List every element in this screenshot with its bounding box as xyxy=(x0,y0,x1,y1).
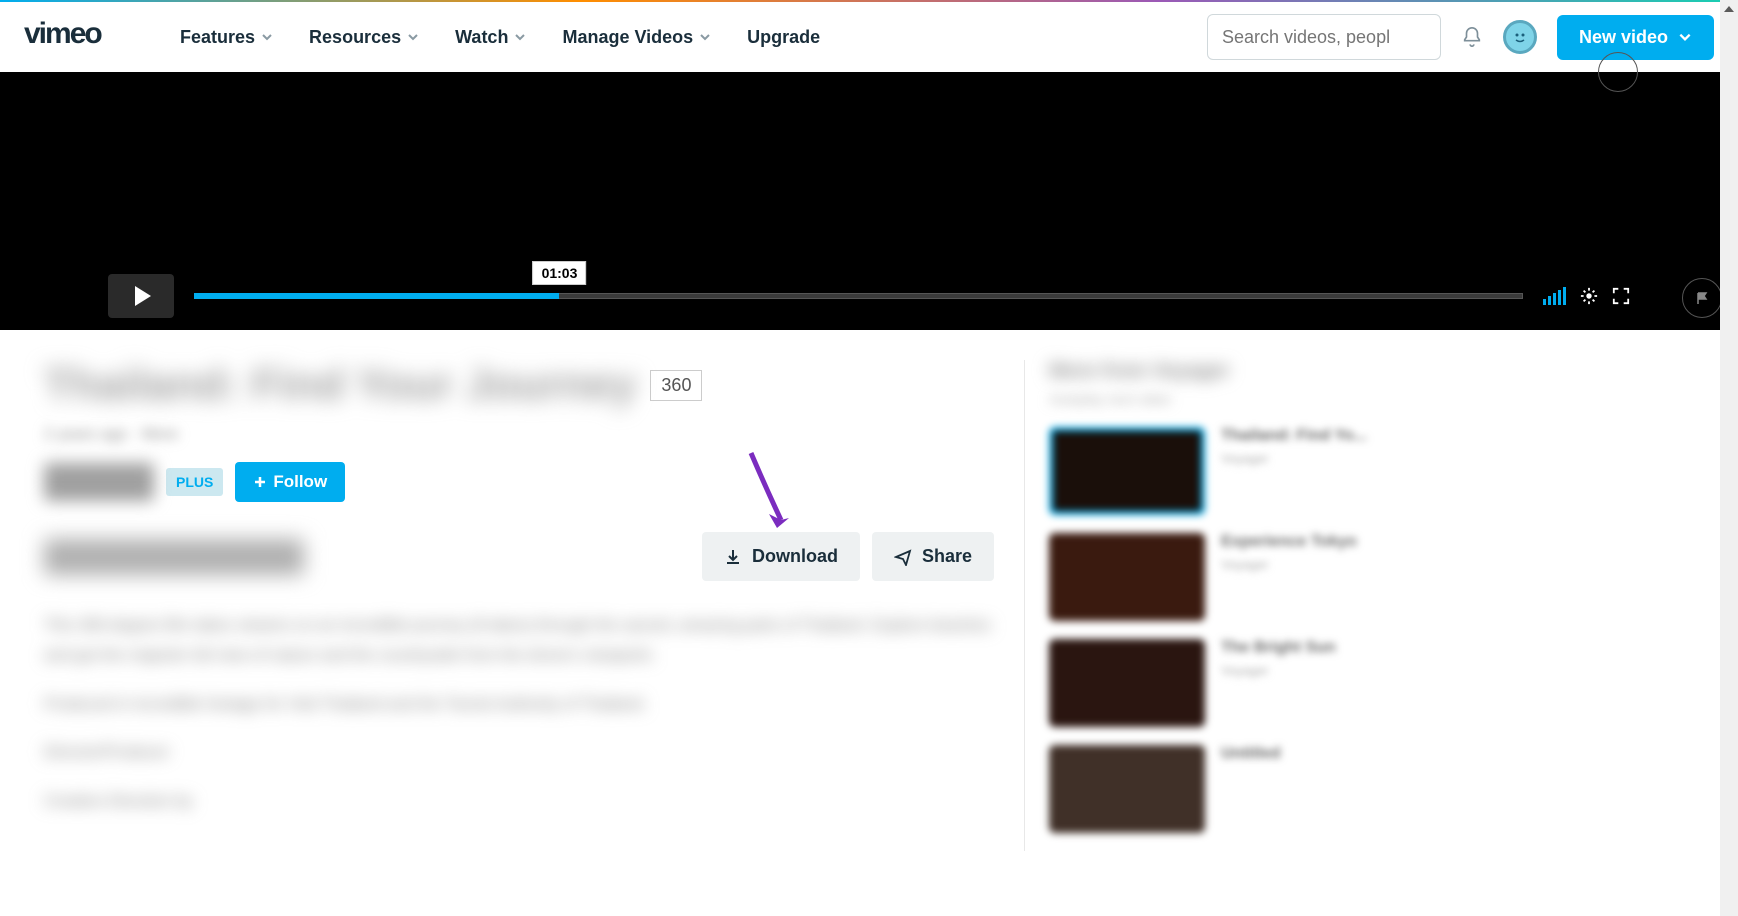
fullscreen-icon[interactable] xyxy=(1612,287,1630,305)
chevron-down-icon xyxy=(699,31,711,43)
new-video-button[interactable]: New video xyxy=(1557,15,1714,60)
chevron-down-icon xyxy=(261,31,273,43)
related-thumbnail xyxy=(1049,639,1205,727)
video-description: This 360-degree film takes viewers on an… xyxy=(44,611,994,817)
player-top-circle xyxy=(1598,52,1638,92)
play-button[interactable] xyxy=(108,274,174,318)
chevron-down-icon xyxy=(407,31,419,43)
plus-icon xyxy=(253,475,267,489)
video-player[interactable]: 01:03 xyxy=(0,72,1738,330)
related-thumbnail xyxy=(1049,427,1205,515)
user-avatar[interactable] xyxy=(1503,20,1537,54)
progress-bar[interactable]: 01:03 xyxy=(194,289,1523,303)
time-tooltip: 01:03 xyxy=(533,261,587,285)
vimeo-logo[interactable]: vimeo xyxy=(24,15,144,59)
sidebar-title: More from Voyager xyxy=(1049,360,1444,383)
related-item[interactable]: Untitled xyxy=(1049,745,1444,833)
engagement-actions[interactable] xyxy=(44,539,304,575)
play-icon xyxy=(135,286,151,306)
scroll-up-icon[interactable] xyxy=(1720,0,1738,18)
video-meta: 2 years ago · More xyxy=(44,426,994,444)
nav-watch[interactable]: Watch xyxy=(455,27,526,48)
nav-manage-videos[interactable]: Manage Videos xyxy=(562,27,711,48)
related-item[interactable]: Thailand: Find Yo...Voyager xyxy=(1049,427,1444,515)
flag-icon xyxy=(1695,291,1709,305)
scrollbar[interactable] xyxy=(1720,0,1738,916)
chevron-down-icon xyxy=(1678,30,1692,44)
related-thumbnail xyxy=(1049,745,1205,833)
share-button[interactable]: Share xyxy=(872,532,994,581)
download-icon xyxy=(724,548,742,566)
main-nav: Features Resources Watch Manage Videos U… xyxy=(180,27,820,48)
nav-resources[interactable]: Resources xyxy=(309,27,419,48)
search-box[interactable] xyxy=(1207,14,1441,60)
avatar-face-icon xyxy=(1510,27,1530,47)
search-input[interactable] xyxy=(1222,27,1454,48)
flag-button[interactable] xyxy=(1682,278,1722,318)
notifications-icon[interactable] xyxy=(1461,26,1483,48)
author-name[interactable] xyxy=(44,463,154,501)
sidebar: More from Voyager Autoplay next video Th… xyxy=(1024,360,1444,851)
chevron-down-icon xyxy=(514,31,526,43)
related-item[interactable]: Experience TokyoVoyager xyxy=(1049,533,1444,621)
svg-text:vimeo: vimeo xyxy=(24,17,102,50)
nav-upgrade[interactable]: Upgrade xyxy=(747,27,820,48)
related-item[interactable]: The Bright SunVoyager xyxy=(1049,639,1444,727)
plus-badge: PLUS xyxy=(166,468,223,496)
volume-bars[interactable] xyxy=(1543,287,1566,305)
download-button[interactable]: Download xyxy=(702,532,860,581)
header: vimeo Features Resources Watch Manage Vi… xyxy=(0,2,1738,72)
sidebar-subtitle: Autoplay next video xyxy=(1049,391,1444,407)
share-icon xyxy=(894,548,912,566)
video-title: Thailand: Find Your Journey xyxy=(44,360,636,410)
related-thumbnail xyxy=(1049,533,1205,621)
main-content: Thailand: Find Your Journey 360 2 years … xyxy=(44,360,994,851)
nav-features[interactable]: Features xyxy=(180,27,273,48)
follow-button[interactable]: Follow xyxy=(235,462,345,502)
badge-360: 360 xyxy=(650,370,702,401)
settings-icon[interactable] xyxy=(1580,287,1598,305)
